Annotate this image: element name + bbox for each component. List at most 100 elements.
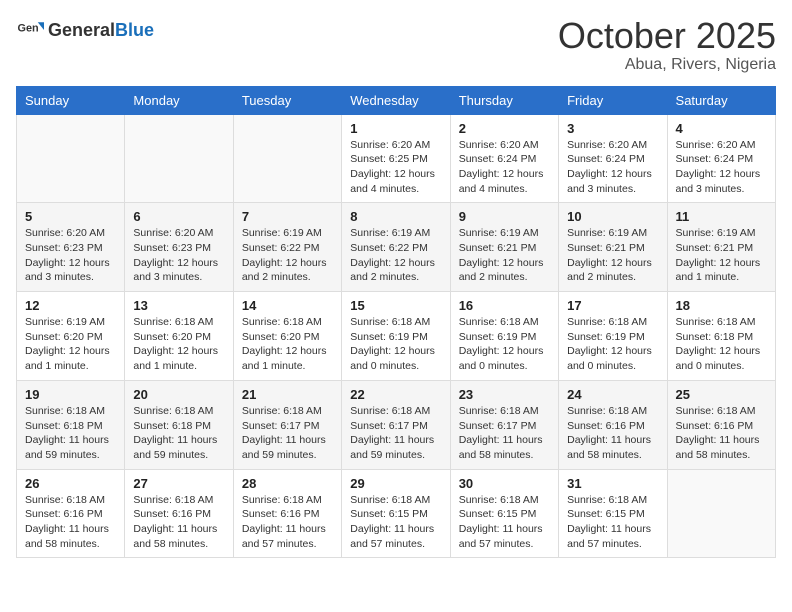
day-number: 3 — [567, 121, 658, 136]
day-number: 9 — [459, 209, 550, 224]
calendar-cell: 7 Sunrise: 6:19 AM Sunset: 6:22 PM Daylig… — [233, 203, 341, 292]
day-number: 30 — [459, 476, 550, 491]
day-info: Sunrise: 6:20 AM Sunset: 6:25 PM Dayligh… — [350, 138, 441, 197]
calendar-cell: 29Sunrise: 6:18 AM Sunset: 6:15 PM Dayli… — [342, 469, 450, 558]
calendar-cell: 28 Sunrise: 6:18 AM Sunset: 6:16 PM Dayli… — [233, 469, 341, 558]
location-title: Abua, Rivers, Nigeria — [558, 56, 776, 74]
calendar-cell: 24 Sunrise: 6:18 AM Sunset: 6:16 PM Dayli… — [559, 380, 667, 469]
calendar-cell: 6 Sunrise: 6:20 AM Sunset: 6:23 PM Daylig… — [125, 203, 233, 292]
day-number: 2 — [459, 121, 550, 136]
logo-general: General — [48, 20, 115, 40]
calendar-cell: 4 Sunrise: 6:20 AM Sunset: 6:24 PM Daylig… — [667, 114, 775, 203]
calendar-cell: 5 Sunrise: 6:20 AM Sunset: 6:23 PM Daylig… — [17, 203, 125, 292]
day-number: 20 — [133, 387, 224, 402]
day-info: Sunrise: 6:18 AM Sunset: 6:15 PM Dayligh… — [567, 493, 658, 552]
day-number: 28 — [242, 476, 333, 491]
weekday-header-friday: Friday — [559, 86, 667, 114]
calendar-cell: 1 Sunrise: 6:20 AM Sunset: 6:25 PM Daylig… — [342, 114, 450, 203]
day-number: 10 — [567, 209, 658, 224]
day-info: Sunrise: 6:19 AM Sunset: 6:22 PM Dayligh… — [242, 226, 333, 285]
day-info: Sunrise: 6:18 AM Sunset: 6:18 PM Dayligh… — [133, 404, 224, 463]
day-info: Sunrise: 6:19 AM Sunset: 6:20 PM Dayligh… — [25, 315, 116, 374]
day-number: 25 — [676, 387, 767, 402]
day-number: 19 — [25, 387, 116, 402]
weekday-header-row: SundayMondayTuesdayWednesdayThursdayFrid… — [17, 86, 776, 114]
day-info: Sunrise: 6:18 AM Sunset: 6:17 PM Dayligh… — [350, 404, 441, 463]
calendar-cell: 10 Sunrise: 6:19 AM Sunset: 6:21 PM Dayli… — [559, 203, 667, 292]
day-info: Sunrise: 6:18 AM Sunset: 6:17 PM Dayligh… — [242, 404, 333, 463]
day-number: 13 — [133, 298, 224, 313]
day-number: 22 — [350, 387, 441, 402]
calendar-cell: 12Sunrise: 6:19 AM Sunset: 6:20 PM Dayli… — [17, 292, 125, 381]
day-info: Sunrise: 6:19 AM Sunset: 6:22 PM Dayligh… — [350, 226, 441, 285]
calendar-cell: 27Sunrise: 6:18 AM Sunset: 6:16 PM Dayli… — [125, 469, 233, 558]
weekday-header-tuesday: Tuesday — [233, 86, 341, 114]
day-info: Sunrise: 6:18 AM Sunset: 6:16 PM Dayligh… — [25, 493, 116, 552]
calendar-cell: 20 Sunrise: 6:18 AM Sunset: 6:18 PM Dayli… — [125, 380, 233, 469]
calendar-cell: 17 Sunrise: 6:18 AM Sunset: 6:19 PM Dayli… — [559, 292, 667, 381]
day-info: Sunrise: 6:18 AM Sunset: 6:19 PM Dayligh… — [567, 315, 658, 374]
day-info: Sunrise: 6:18 AM Sunset: 6:17 PM Dayligh… — [459, 404, 550, 463]
day-info: Sunrise: 6:20 AM Sunset: 6:24 PM Dayligh… — [459, 138, 550, 197]
calendar-week-row: 12Sunrise: 6:19 AM Sunset: 6:20 PM Dayli… — [17, 292, 776, 381]
day-info: Sunrise: 6:18 AM Sunset: 6:19 PM Dayligh… — [459, 315, 550, 374]
day-number: 6 — [133, 209, 224, 224]
day-info: Sunrise: 6:18 AM Sunset: 6:20 PM Dayligh… — [133, 315, 224, 374]
calendar-cell: 13 Sunrise: 6:18 AM Sunset: 6:20 PM Dayli… — [125, 292, 233, 381]
calendar-cell — [17, 114, 125, 203]
day-number: 26 — [25, 476, 116, 491]
calendar-cell: 16Sunrise: 6:18 AM Sunset: 6:19 PM Dayli… — [450, 292, 558, 381]
day-number: 4 — [676, 121, 767, 136]
title-block: October 2025 Abua, Rivers, Nigeria — [558, 16, 776, 74]
day-info: Sunrise: 6:18 AM Sunset: 6:18 PM Dayligh… — [676, 315, 767, 374]
day-number: 18 — [676, 298, 767, 313]
day-number: 1 — [350, 121, 441, 136]
calendar-week-row: 5 Sunrise: 6:20 AM Sunset: 6:23 PM Daylig… — [17, 203, 776, 292]
day-info: Sunrise: 6:20 AM Sunset: 6:23 PM Dayligh… — [25, 226, 116, 285]
day-number: 8 — [350, 209, 441, 224]
calendar-cell: 2 Sunrise: 6:20 AM Sunset: 6:24 PM Daylig… — [450, 114, 558, 203]
calendar-week-row: 26 Sunrise: 6:18 AM Sunset: 6:16 PM Dayli… — [17, 469, 776, 558]
day-number: 24 — [567, 387, 658, 402]
calendar-cell: 22 Sunrise: 6:18 AM Sunset: 6:17 PM Dayli… — [342, 380, 450, 469]
calendar-body: 1 Sunrise: 6:20 AM Sunset: 6:25 PM Daylig… — [17, 114, 776, 558]
calendar-cell: 3 Sunrise: 6:20 AM Sunset: 6:24 PM Daylig… — [559, 114, 667, 203]
day-info: Sunrise: 6:18 AM Sunset: 6:19 PM Dayligh… — [350, 315, 441, 374]
day-number: 29 — [350, 476, 441, 491]
day-number: 14 — [242, 298, 333, 313]
day-info: Sunrise: 6:19 AM Sunset: 6:21 PM Dayligh… — [676, 226, 767, 285]
calendar-cell — [667, 469, 775, 558]
day-info: Sunrise: 6:19 AM Sunset: 6:21 PM Dayligh… — [459, 226, 550, 285]
weekday-header-sunday: Sunday — [17, 86, 125, 114]
calendar-cell: 19 Sunrise: 6:18 AM Sunset: 6:18 PM Dayli… — [17, 380, 125, 469]
logo-icon: Gen — [16, 16, 44, 44]
svg-text:Gen: Gen — [18, 23, 39, 35]
calendar-cell: 25Sunrise: 6:18 AM Sunset: 6:16 PM Dayli… — [667, 380, 775, 469]
weekday-header-monday: Monday — [125, 86, 233, 114]
calendar-cell: 31 Sunrise: 6:18 AM Sunset: 6:15 PM Dayli… — [559, 469, 667, 558]
day-info: Sunrise: 6:18 AM Sunset: 6:18 PM Dayligh… — [25, 404, 116, 463]
day-info: Sunrise: 6:20 AM Sunset: 6:24 PM Dayligh… — [676, 138, 767, 197]
calendar-cell: 9 Sunrise: 6:19 AM Sunset: 6:21 PM Daylig… — [450, 203, 558, 292]
day-number: 31 — [567, 476, 658, 491]
day-info: Sunrise: 6:20 AM Sunset: 6:23 PM Dayligh… — [133, 226, 224, 285]
day-number: 5 — [25, 209, 116, 224]
logo: Gen GeneralBlue — [16, 16, 154, 44]
calendar-week-row: 19 Sunrise: 6:18 AM Sunset: 6:18 PM Dayli… — [17, 380, 776, 469]
calendar-week-row: 1 Sunrise: 6:20 AM Sunset: 6:25 PM Daylig… — [17, 114, 776, 203]
day-number: 7 — [242, 209, 333, 224]
calendar-cell: 21 Sunrise: 6:18 AM Sunset: 6:17 PM Dayli… — [233, 380, 341, 469]
day-number: 17 — [567, 298, 658, 313]
day-info: Sunrise: 6:18 AM Sunset: 6:16 PM Dayligh… — [567, 404, 658, 463]
day-info: Sunrise: 6:18 AM Sunset: 6:20 PM Dayligh… — [242, 315, 333, 374]
logo-blue: Blue — [115, 20, 154, 40]
calendar-cell: 18 Sunrise: 6:18 AM Sunset: 6:18 PM Dayli… — [667, 292, 775, 381]
calendar-table: SundayMondayTuesdayWednesdayThursdayFrid… — [16, 86, 776, 559]
day-number: 21 — [242, 387, 333, 402]
day-info: Sunrise: 6:18 AM Sunset: 6:16 PM Dayligh… — [242, 493, 333, 552]
day-info: Sunrise: 6:20 AM Sunset: 6:24 PM Dayligh… — [567, 138, 658, 197]
calendar-cell — [125, 114, 233, 203]
day-info: Sunrise: 6:19 AM Sunset: 6:21 PM Dayligh… — [567, 226, 658, 285]
day-number: 27 — [133, 476, 224, 491]
day-number: 23 — [459, 387, 550, 402]
